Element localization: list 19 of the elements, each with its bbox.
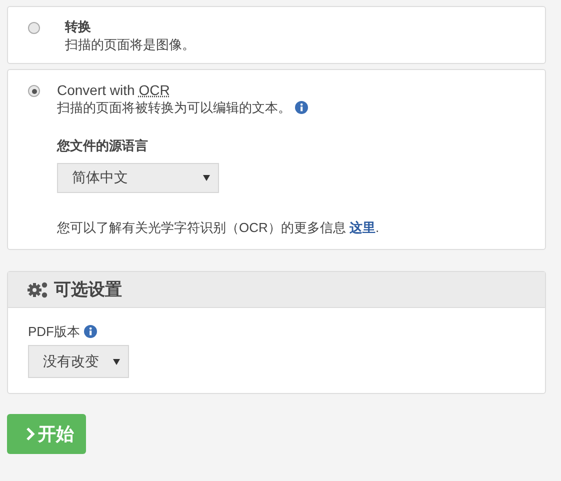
here-link[interactable]: 这里 bbox=[350, 220, 376, 235]
info-icon[interactable] bbox=[294, 101, 308, 114]
chevron-icon bbox=[26, 427, 35, 441]
dropdown[interactable]: 简体中文 bbox=[57, 163, 219, 193]
settings-icon bbox=[27, 280, 49, 298]
option-description: 扫描的页面将被转换为可以编辑的文本。 bbox=[57, 100, 291, 115]
field-label: 您文件的源语言 bbox=[57, 137, 149, 155]
radio-button[interactable] bbox=[28, 85, 40, 97]
dropdown[interactable]: 没有改变 bbox=[28, 345, 129, 378]
caret-icon bbox=[203, 175, 210, 181]
panel-title: 可选设置 bbox=[54, 279, 122, 301]
option-title: Convert with OCR bbox=[57, 81, 171, 99]
info-icon[interactable] bbox=[84, 325, 97, 338]
field-label: PDF版本 bbox=[28, 324, 80, 339]
option-title: 转换 bbox=[65, 18, 92, 36]
radio-button[interactable] bbox=[28, 22, 40, 34]
info-note: 您可以了解有关光学字符识别（OCR）的更多信息 这里. bbox=[57, 219, 380, 237]
caret-icon bbox=[113, 358, 120, 364]
option-description: 扫描的页面将是图像。 bbox=[65, 37, 195, 52]
